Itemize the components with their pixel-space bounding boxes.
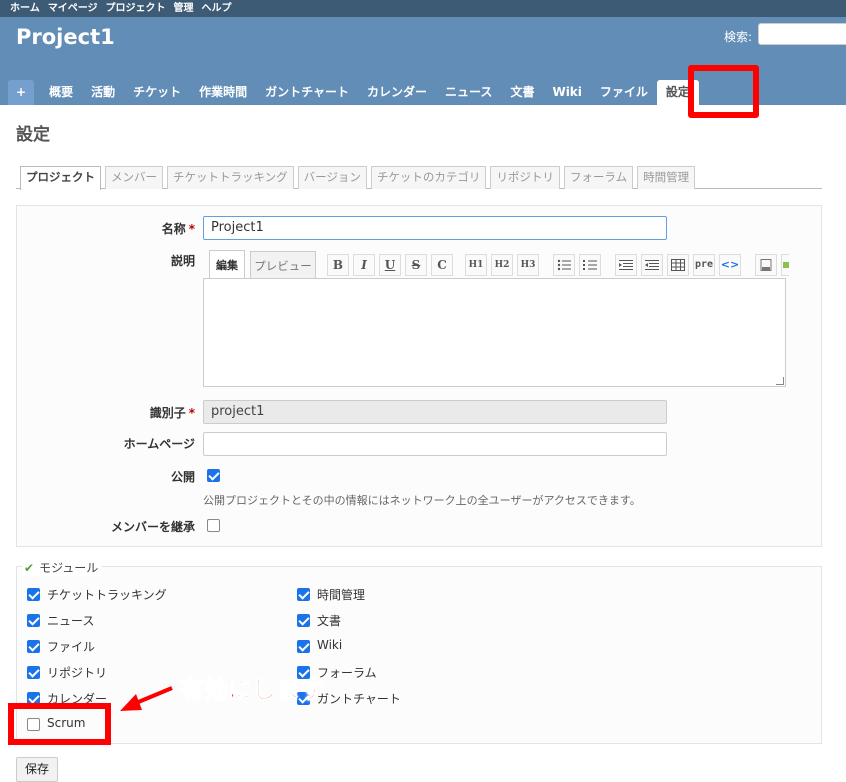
annotation-text: 有効にします — [180, 676, 325, 705]
annotation-arrow-icon — [120, 686, 173, 711]
save-button[interactable]: 保存 — [16, 757, 58, 782]
